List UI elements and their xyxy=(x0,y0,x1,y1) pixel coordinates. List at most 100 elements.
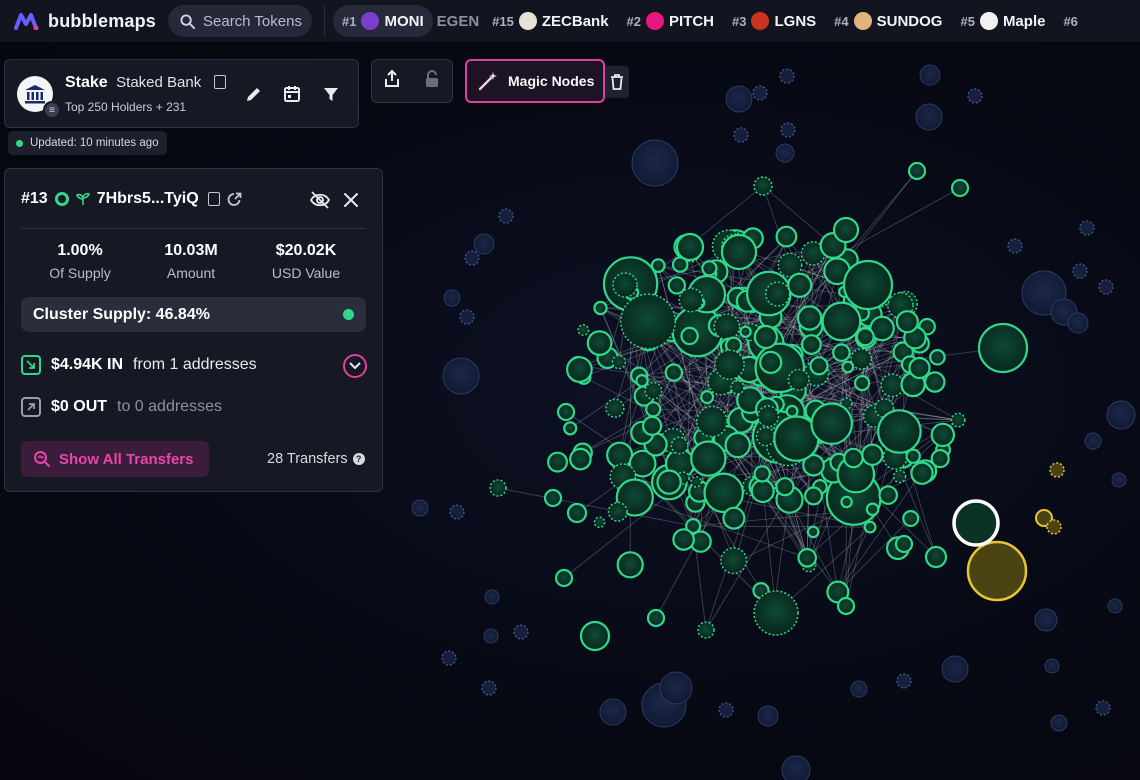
contract-bubble[interactable] xyxy=(459,309,475,325)
help-icon[interactable]: ? xyxy=(352,453,365,465)
contract-bubble[interactable] xyxy=(779,68,795,84)
contract-bubble[interactable] xyxy=(449,504,465,520)
cluster-bubble[interactable] xyxy=(680,326,699,346)
wallet-bubble[interactable] xyxy=(483,628,499,644)
cluster-bubble[interactable] xyxy=(930,449,950,469)
cluster-bubble[interactable] xyxy=(645,401,662,418)
cluster-bubble[interactable] xyxy=(670,436,689,455)
cluster-bubble[interactable] xyxy=(803,486,823,506)
cluster-bubble[interactable] xyxy=(569,447,592,471)
copy-address-icon[interactable] xyxy=(207,192,220,206)
cluster-bubble[interactable] xyxy=(556,402,576,422)
wallet-bubble[interactable] xyxy=(443,289,461,307)
cluster-bubble[interactable] xyxy=(656,469,682,495)
cluster-bubble[interactable] xyxy=(910,461,934,485)
cluster-bubble[interactable] xyxy=(865,502,880,517)
cluster-bubble[interactable] xyxy=(664,363,684,382)
cluster-bubble[interactable] xyxy=(593,300,608,316)
cluster-bubble[interactable] xyxy=(703,472,745,514)
cluster-bubble[interactable] xyxy=(616,551,644,579)
cluster-bubble[interactable] xyxy=(605,398,625,418)
cluster-bubble[interactable] xyxy=(644,381,663,400)
filter-button[interactable] xyxy=(319,82,343,106)
cluster-bubble[interactable] xyxy=(775,477,795,497)
cluster-bubble[interactable] xyxy=(796,305,823,331)
ticker-item-maple[interactable]: #5 Maple xyxy=(951,5,1054,37)
cluster-bubble[interactable] xyxy=(566,502,588,524)
contract-bubble[interactable] xyxy=(481,680,497,696)
ticker-item-sundog[interactable]: #4 SUNDOG xyxy=(825,5,951,37)
cluster-bubble[interactable] xyxy=(753,176,773,196)
cluster-bubble[interactable] xyxy=(924,371,946,393)
cluster-bubble[interactable] xyxy=(701,260,718,277)
wallet-bubble[interactable] xyxy=(1107,598,1123,614)
contract-bubble[interactable] xyxy=(1007,238,1023,254)
cluster-bubble[interactable] xyxy=(907,161,927,181)
cluster-bubble[interactable] xyxy=(821,301,862,342)
cluster-bubble[interactable] xyxy=(902,510,920,528)
cluster-bubble[interactable] xyxy=(755,426,776,447)
cluster-bubble[interactable] xyxy=(700,390,715,405)
ticker-item-6[interactable]: #6 xyxy=(1054,5,1086,37)
wallet-bubble[interactable] xyxy=(631,139,679,187)
cluster-bubble[interactable] xyxy=(843,447,864,469)
cluster-bubble[interactable] xyxy=(696,405,728,438)
contract-bubble[interactable] xyxy=(718,702,734,718)
wallet-bubble[interactable] xyxy=(442,357,480,395)
cluster-bubble[interactable] xyxy=(908,356,931,380)
lock-button[interactable] xyxy=(423,69,441,94)
cluster-bubble[interactable] xyxy=(543,488,563,508)
cluster-bubble[interactable] xyxy=(753,465,771,483)
search-input[interactable]: Search Tokens xyxy=(168,5,312,37)
cluster-bubble[interactable] xyxy=(566,356,593,383)
calendar-button[interactable] xyxy=(280,82,304,106)
wallet-bubble[interactable] xyxy=(473,233,495,255)
contract-bubble[interactable] xyxy=(780,122,796,138)
cluster-bubble[interactable] xyxy=(842,259,894,311)
copy-icon[interactable] xyxy=(213,75,226,89)
wallet-bubble[interactable] xyxy=(411,499,429,517)
cluster-bubble[interactable] xyxy=(853,375,871,392)
cluster-bubble[interactable] xyxy=(489,479,507,497)
edit-button[interactable] xyxy=(242,82,266,106)
contract-bubble[interactable] xyxy=(752,85,768,101)
cluster-bubble[interactable] xyxy=(930,422,956,448)
logo[interactable]: bubblemaps xyxy=(0,11,160,32)
wallet-bubble[interactable] xyxy=(941,655,969,683)
wallet-bubble[interactable] xyxy=(1050,714,1068,732)
cluster-bubble[interactable] xyxy=(713,313,741,341)
cluster-bubble[interactable] xyxy=(797,547,817,568)
cluster-bubble[interactable] xyxy=(977,322,1029,374)
cluster-bubble[interactable] xyxy=(697,621,715,639)
cluster-bubble[interactable] xyxy=(809,356,829,376)
cluster-bubble[interactable] xyxy=(641,415,663,436)
ticker-item-zecbank[interactable]: #15 ZECBank xyxy=(483,5,617,37)
cluster-bubble[interactable] xyxy=(620,293,676,350)
cluster-bubble[interactable] xyxy=(577,324,590,336)
cluster-bubble[interactable] xyxy=(840,495,853,509)
cluster-bubble[interactable] xyxy=(787,272,813,298)
cluster-bubble[interactable] xyxy=(563,421,578,436)
cluster-bubble[interactable] xyxy=(646,608,666,628)
cluster-bubble[interactable] xyxy=(877,409,922,454)
cluster-supply-bar[interactable]: Cluster Supply: 46.84% xyxy=(21,297,366,332)
contract-bubble[interactable] xyxy=(441,650,457,666)
ticker-item-egen[interactable]: EGEN xyxy=(433,13,484,30)
cluster-bubble[interactable] xyxy=(690,476,702,488)
cluster-bubble[interactable] xyxy=(950,178,970,198)
delete-button[interactable] xyxy=(605,66,629,98)
contract-bubble[interactable] xyxy=(498,208,514,224)
cluster-bubble[interactable] xyxy=(720,547,748,575)
close-icon[interactable] xyxy=(343,192,359,208)
selected-wallet-bubble[interactable] xyxy=(952,499,1000,547)
cluster-bubble[interactable] xyxy=(635,374,649,388)
wallet-bubble[interactable] xyxy=(1067,312,1089,334)
cluster-bubble[interactable] xyxy=(841,360,855,374)
cluster-bubble[interactable] xyxy=(714,349,745,381)
cluster-bubble[interactable] xyxy=(586,330,613,357)
cluster-bubble[interactable] xyxy=(894,534,914,554)
external-link-icon[interactable] xyxy=(227,192,242,207)
cluster-bubble[interactable] xyxy=(722,506,746,530)
cluster-bubble[interactable] xyxy=(753,324,779,350)
cluster-bubble[interactable] xyxy=(606,441,634,469)
